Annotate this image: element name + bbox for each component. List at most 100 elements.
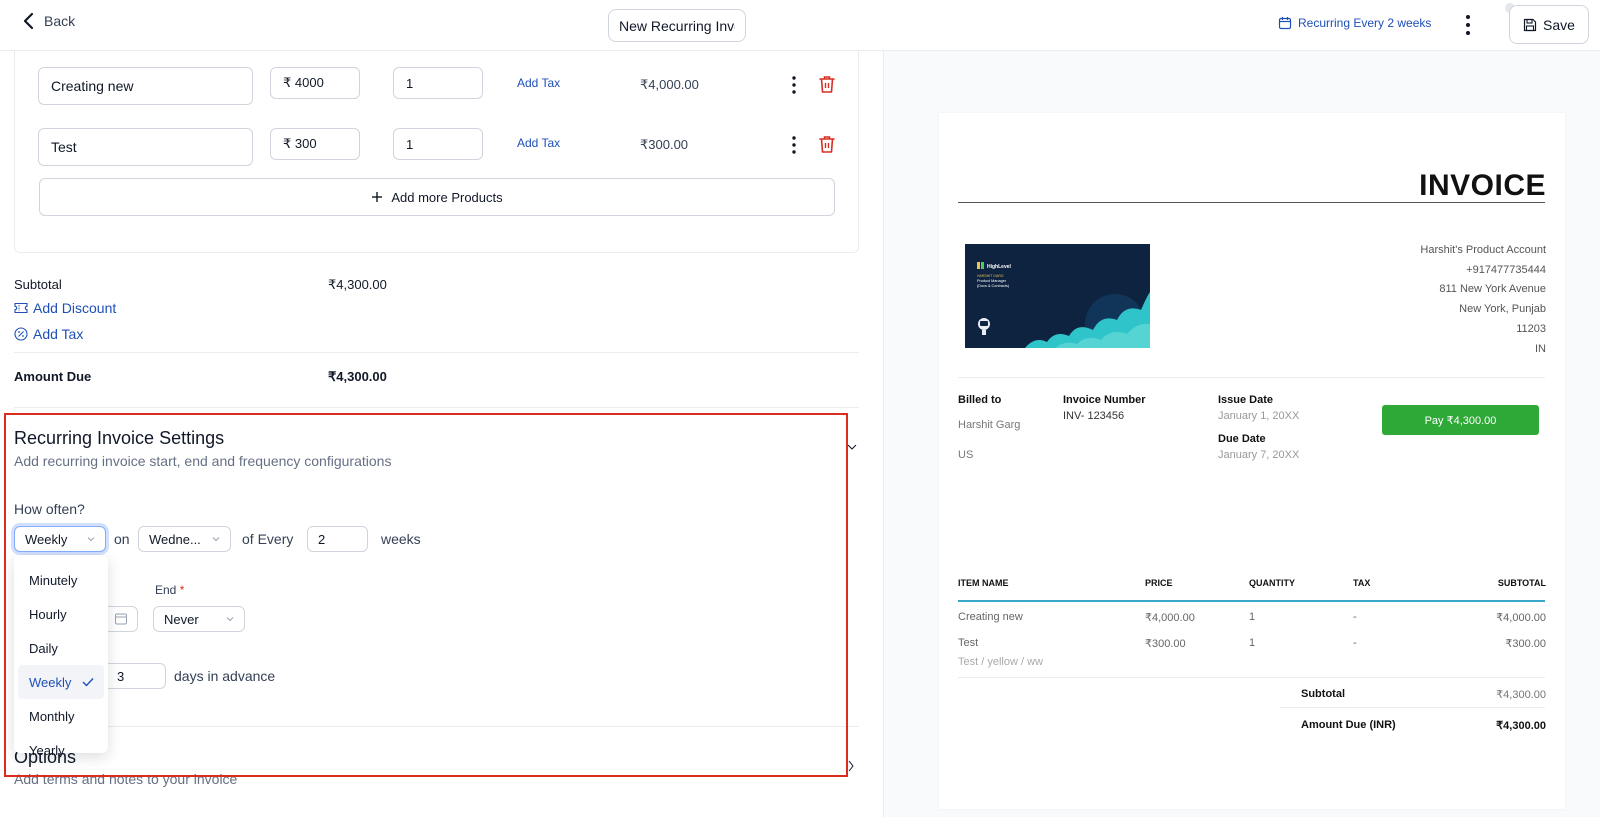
- row-more-icon[interactable]: [789, 135, 799, 155]
- preview-subtotal-label: Subtotal: [1301, 688, 1345, 700]
- day-value: Wedne...: [149, 531, 201, 547]
- frequency-option[interactable]: Minutely: [18, 563, 104, 597]
- column-header: PRICE: [1145, 578, 1173, 588]
- save-label: Save: [1543, 16, 1575, 33]
- recurring-settings-subtitle: Add recurring invoice start, end and fre…: [14, 453, 392, 469]
- percent-circle-icon: [14, 327, 28, 341]
- frequency-dropdown-menu: Minutely Hourly Daily Weekly Monthly Yea…: [14, 555, 108, 758]
- interval-unit-label: weeks: [381, 531, 421, 547]
- preview-subtotal-value: ₹4,300.00: [1496, 689, 1546, 701]
- calendar-icon: [1278, 17, 1292, 30]
- divider: [14, 407, 859, 408]
- item-tax: -: [1353, 637, 1357, 649]
- back-label: Back: [44, 13, 76, 29]
- divider: [958, 677, 1545, 678]
- address-line: Harshit's Product Account: [1420, 244, 1546, 256]
- invoice-number-label: Invoice Number: [1063, 394, 1146, 406]
- invoice-preview-panel: INVOICE HighLevel HARSHIT GARG Product M…: [883, 51, 1600, 817]
- preview-amount-due-label: Amount Due (INR): [1301, 719, 1396, 731]
- item-tax: -: [1353, 611, 1357, 623]
- logo-role: Product Manager: [977, 279, 1007, 283]
- billed-to-country: US: [958, 449, 974, 461]
- add-more-products-button[interactable]: Add more Products: [39, 178, 835, 216]
- frequency-option[interactable]: Hourly: [18, 597, 104, 631]
- product-quantity-input[interactable]: 1: [393, 67, 483, 99]
- interval-input[interactable]: 2: [307, 526, 368, 552]
- check-icon: [82, 678, 94, 687]
- amount-due-value: ₹4,300.00: [328, 369, 387, 384]
- calendar-icon: [115, 613, 127, 625]
- end-value: Never: [164, 611, 199, 627]
- business-address: Harshit's Product Account +917477735444 …: [1420, 241, 1546, 359]
- trash-icon[interactable]: [818, 74, 836, 94]
- product-quantity-input[interactable]: 1: [393, 128, 483, 160]
- item-price: ₹300.00: [1145, 638, 1186, 650]
- subtotal-value: ₹4,300.00: [328, 277, 387, 292]
- frequency-option[interactable]: Monthly: [18, 699, 104, 733]
- trash-icon[interactable]: [818, 134, 836, 154]
- discount-ticket-icon: [14, 302, 28, 314]
- save-button[interactable]: Save: [1509, 5, 1589, 44]
- chevron-down-icon[interactable]: [847, 443, 857, 451]
- add-discount-link[interactable]: Add Discount: [14, 300, 116, 316]
- divider: [958, 377, 1545, 378]
- required-mark: *: [179, 583, 185, 597]
- product-name-input[interactable]: Test: [38, 128, 253, 166]
- add-more-products-label: Add more Products: [391, 189, 503, 205]
- advance-days-input[interactable]: 3: [100, 663, 166, 689]
- chevron-down-icon: [212, 537, 220, 542]
- amount-due-label: Amount Due: [14, 369, 92, 384]
- add-discount-label: Add Discount: [33, 300, 117, 316]
- title-rule: [958, 202, 1545, 203]
- invoice-name-input[interactable]: [608, 9, 746, 42]
- product-name-input[interactable]: Creating new: [38, 67, 253, 105]
- column-header: QUANTITY: [1249, 578, 1295, 588]
- day-select[interactable]: Wedne...: [138, 526, 231, 552]
- recurring-settings-title: Recurring Invoice Settings: [14, 428, 225, 448]
- products-card: Creating new ₹ 4000 1 Add Tax ₹4,000.00 …: [14, 51, 859, 253]
- item-name: Creating new: [958, 611, 1023, 623]
- of-every-label: of Every: [242, 531, 294, 547]
- end-label-text: End: [155, 583, 177, 597]
- chevron-right-icon[interactable]: [847, 760, 855, 772]
- invoice-preview: INVOICE HighLevel HARSHIT GARG Product M…: [939, 113, 1565, 809]
- option-label: Monthly: [29, 708, 75, 724]
- address-line: 811 New York Avenue: [1439, 283, 1546, 296]
- recurring-schedule-link[interactable]: Recurring Every 2 weeks: [1278, 16, 1431, 30]
- frequency-select[interactable]: Weekly: [14, 526, 106, 552]
- address-line: IN: [1535, 342, 1546, 355]
- more-options-icon[interactable]: [1462, 13, 1474, 37]
- column-header: ITEM NAME: [958, 578, 1009, 588]
- add-tax-summary-link[interactable]: Add Tax: [14, 326, 83, 342]
- option-label: Minutely: [29, 572, 78, 588]
- plus-icon: [372, 192, 383, 202]
- logo-artwork: HighLevel HARSHIT GARG Product Manager (…: [965, 244, 1150, 348]
- item-name: Test: [958, 637, 979, 649]
- logo-name: HARSHIT GARG: [977, 274, 1004, 278]
- address-line: +917477735444: [1466, 263, 1546, 276]
- pay-button[interactable]: Pay ₹4,300.00: [1382, 405, 1539, 435]
- advance-days-label: days in advance: [174, 668, 276, 684]
- option-label: Yearly: [29, 742, 65, 758]
- product-price-input[interactable]: ₹ 4000: [270, 67, 360, 99]
- invoice-editor: Creating new ₹ 4000 1 Add Tax ₹4,000.00 …: [0, 51, 883, 817]
- end-label: End *: [155, 583, 184, 597]
- product-amount: ₹300.00: [640, 137, 689, 152]
- frequency-option[interactable]: Daily: [18, 631, 104, 665]
- invoice-title: INVOICE: [1419, 169, 1546, 202]
- divider: [14, 352, 859, 353]
- add-tax-link[interactable]: Add Tax: [517, 136, 560, 150]
- frequency-option-selected[interactable]: Weekly: [18, 665, 104, 699]
- item-variant: Test / yellow / ww: [958, 656, 1043, 668]
- end-select[interactable]: Never: [153, 606, 245, 632]
- logo-team: (Docs & Contracts): [977, 284, 1010, 288]
- product-amount: ₹4,000.00: [640, 77, 699, 92]
- divider: [1280, 707, 1545, 708]
- column-header: TAX: [1353, 578, 1371, 588]
- product-price-input[interactable]: ₹ 300: [270, 128, 360, 160]
- add-tax-link[interactable]: Add Tax: [517, 76, 560, 90]
- back-button[interactable]: Back: [22, 12, 75, 30]
- chevron-left-icon: [23, 12, 34, 30]
- row-more-icon[interactable]: [789, 75, 799, 95]
- frequency-option[interactable]: Yearly: [18, 733, 104, 767]
